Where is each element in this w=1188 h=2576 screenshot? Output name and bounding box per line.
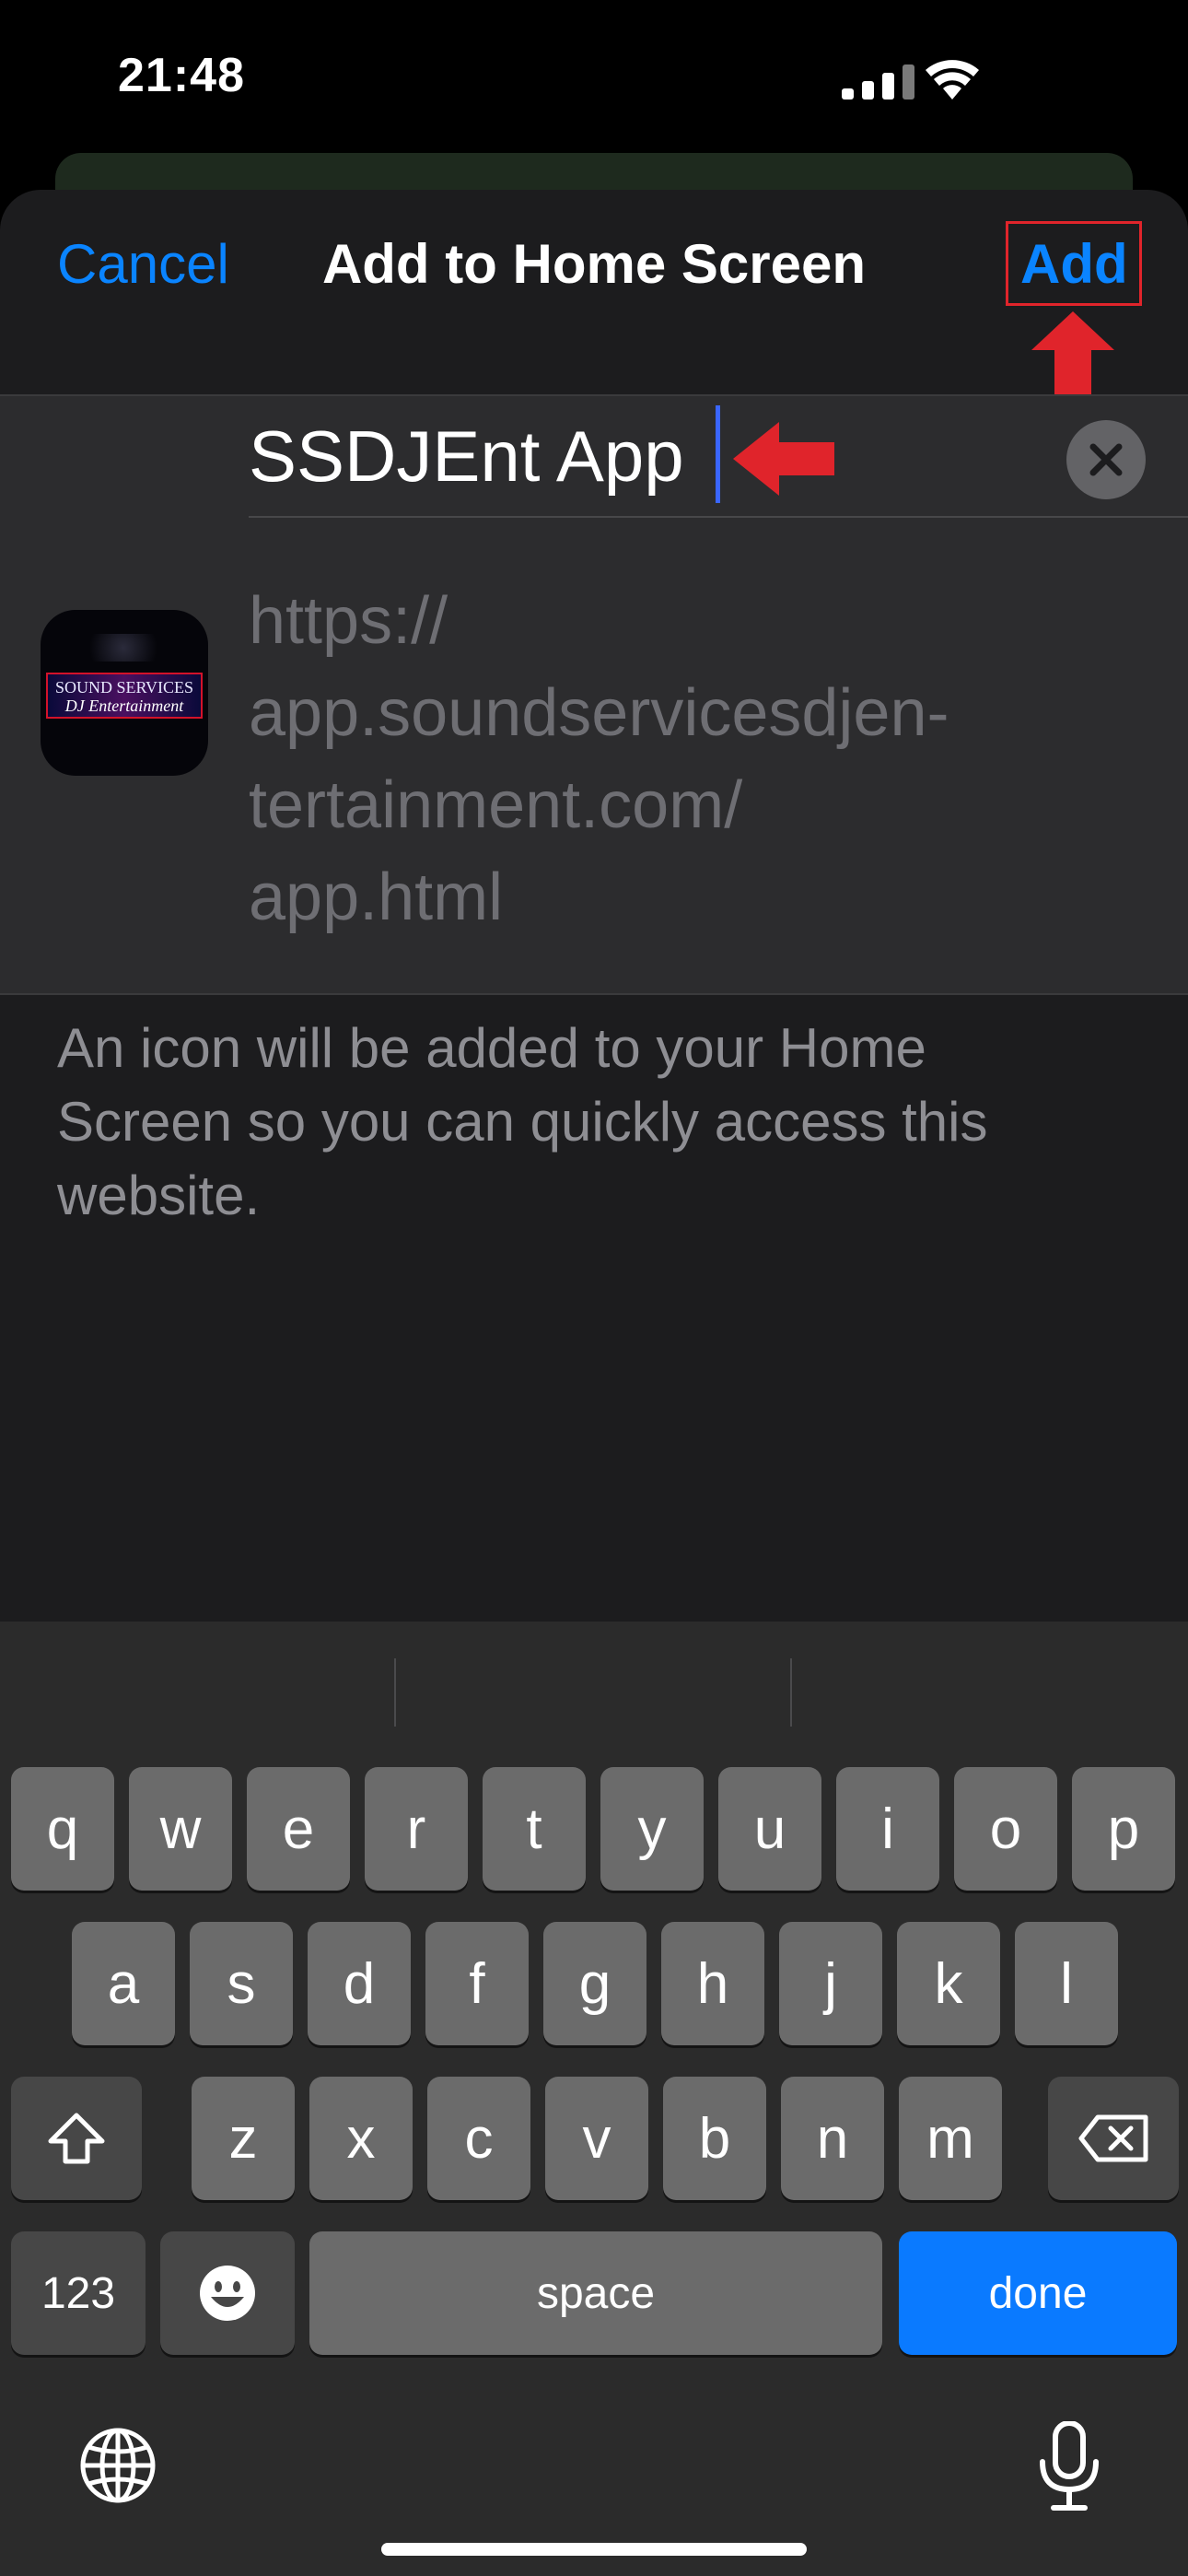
key-i[interactable]: i <box>836 1767 939 1891</box>
numbers-key[interactable]: 123 <box>11 2231 146 2355</box>
key-e[interactable]: e <box>247 1767 350 1891</box>
key-u[interactable]: u <box>718 1767 821 1891</box>
text-caret <box>716 405 720 503</box>
red-arrow-up-icon <box>1031 311 1114 394</box>
key-h[interactable]: h <box>661 1922 764 2045</box>
delete-key[interactable] <box>1048 2077 1179 2200</box>
add-button-highlight-box <box>1006 221 1142 306</box>
suggestion-divider <box>394 1658 396 1727</box>
key-m[interactable]: m <box>899 2077 1002 2200</box>
suggestion-divider <box>790 1658 792 1727</box>
key-t[interactable]: t <box>483 1767 586 1891</box>
done-key[interactable]: done <box>899 2231 1177 2355</box>
key-v[interactable]: v <box>545 2077 648 2200</box>
backspace-icon <box>1078 2114 1148 2162</box>
key-s[interactable]: s <box>190 1922 293 2045</box>
clear-text-button[interactable] <box>1066 420 1146 499</box>
key-q[interactable]: q <box>11 1767 114 1891</box>
app-icon-preview: SOUND SERVICES DJ Entertainment <box>41 610 208 776</box>
key-y[interactable]: y <box>600 1767 704 1891</box>
logo-line-1: SOUND SERVICES <box>54 678 194 697</box>
stage-lights-graphic <box>77 634 169 662</box>
app-name-input[interactable] <box>249 405 1151 507</box>
red-arrow-left-icon <box>733 422 834 496</box>
emoji-key[interactable] <box>160 2231 295 2355</box>
key-p[interactable]: p <box>1072 1767 1175 1891</box>
status-time: 21:48 <box>118 49 245 102</box>
emoji-icon <box>200 2266 255 2321</box>
space-key[interactable]: space <box>309 2231 882 2355</box>
cellular-signal-icon <box>842 64 914 100</box>
key-w[interactable]: w <box>129 1767 232 1891</box>
key-r[interactable]: r <box>365 1767 468 1891</box>
close-icon <box>1089 443 1123 476</box>
globe-icon[interactable] <box>79 2427 157 2504</box>
key-k[interactable]: k <box>897 1922 1000 2045</box>
key-c[interactable]: c <box>427 2077 530 2200</box>
key-o[interactable]: o <box>954 1767 1057 1891</box>
description-text: An icon will be added to your Home Scree… <box>57 1017 988 1226</box>
microphone-icon[interactable] <box>1037 2421 1101 2512</box>
key-b[interactable]: b <box>663 2077 766 2200</box>
key-z[interactable]: z <box>192 2077 295 2200</box>
key-l[interactable]: l <box>1015 1922 1118 2045</box>
name-field-separator <box>249 516 1188 518</box>
key-d[interactable]: d <box>308 1922 411 2045</box>
key-j[interactable]: j <box>779 1922 882 2045</box>
key-a[interactable]: a <box>72 1922 175 2045</box>
shift-arrow-icon <box>48 2113 105 2164</box>
key-n[interactable]: n <box>781 2077 884 2200</box>
cancel-button[interactable]: Cancel <box>57 232 229 296</box>
website-url: https:// app.soundservicesdjen- tertainm… <box>249 584 949 934</box>
logo-line-2: DJ Entertainment <box>64 697 184 715</box>
key-x[interactable]: x <box>309 2077 413 2200</box>
key-f[interactable]: f <box>425 1922 529 2045</box>
key-g[interactable]: g <box>543 1922 646 2045</box>
wifi-icon <box>926 60 979 100</box>
shift-key[interactable] <box>11 2077 142 2200</box>
home-indicator <box>381 2543 807 2556</box>
